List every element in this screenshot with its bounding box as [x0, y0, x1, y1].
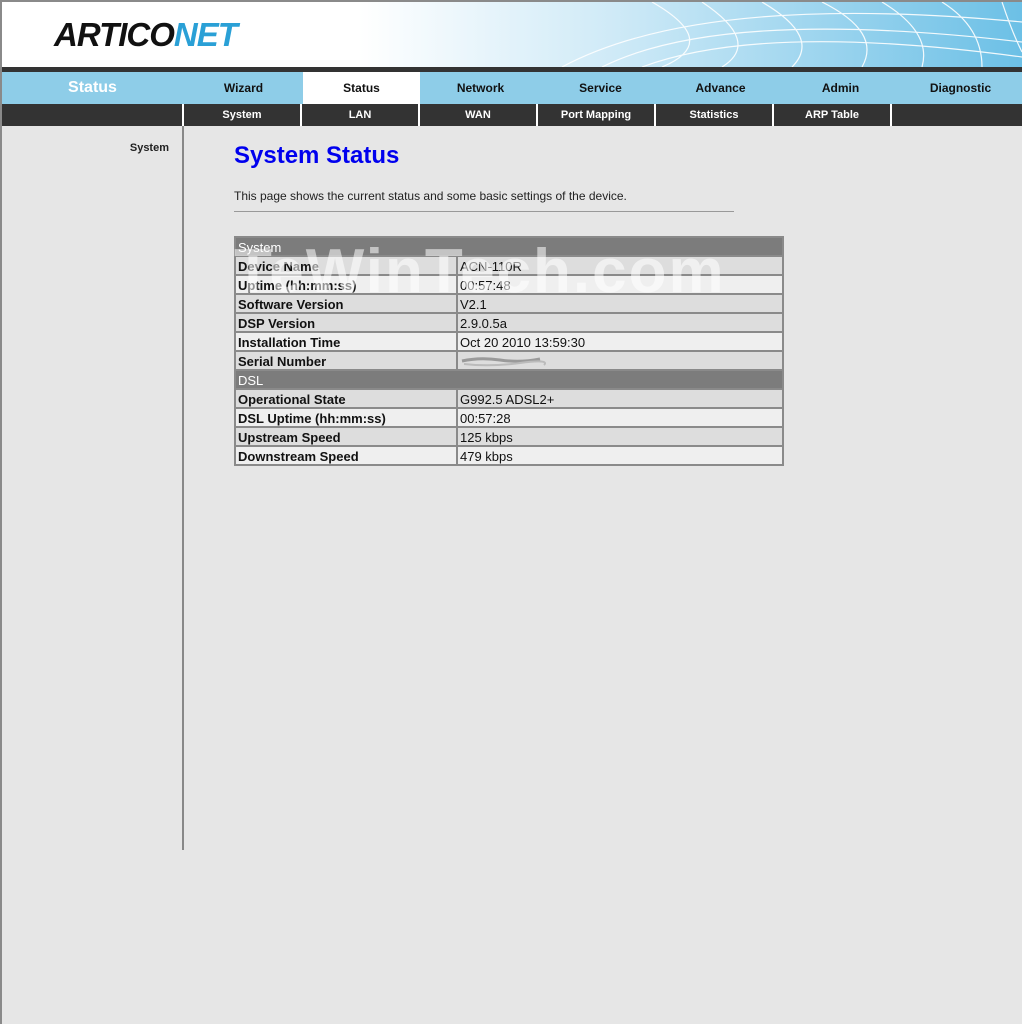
- value-dsl-uptime: 00:57:28: [456, 407, 784, 428]
- table-row: Downstream Speed 479 kbps: [234, 445, 784, 466]
- tab-network[interactable]: Network: [421, 72, 540, 104]
- table-row: Software Version V2.1: [234, 293, 784, 314]
- status-table: System Device Name ACN-110R Uptime (hh:m…: [234, 236, 784, 466]
- table-row: Uptime (hh:mm:ss) 00:57:48: [234, 274, 784, 295]
- tab-service[interactable]: Service: [541, 72, 660, 104]
- subtab-wan[interactable]: WAN: [418, 104, 536, 126]
- label-downstream-speed: Downstream Speed: [234, 445, 458, 466]
- redacted-serial-scribble: [461, 357, 546, 367]
- value-installation-time: Oct 20 2010 13:59:30: [456, 331, 784, 352]
- page-description: This page shows the current status and s…: [234, 189, 627, 203]
- tab-admin[interactable]: Admin: [781, 72, 900, 104]
- subtab-arp-table[interactable]: ARP Table: [772, 104, 890, 126]
- label-dsp-version: DSP Version: [234, 312, 458, 333]
- tab-diagnostic[interactable]: Diagnostic: [901, 72, 1020, 104]
- table-row: Installation Time Oct 20 2010 13:59:30: [234, 331, 784, 352]
- current-section-label: Status: [68, 79, 117, 96]
- label-upstream-speed: Upstream Speed: [234, 426, 458, 447]
- label-uptime: Uptime (hh:mm:ss): [234, 274, 458, 295]
- page-title: System Status: [234, 142, 400, 169]
- tab-status[interactable]: Status: [303, 72, 420, 104]
- value-serial-number: [456, 350, 784, 371]
- subtab-port-mapping[interactable]: Port Mapping: [536, 104, 654, 126]
- value-device-name: ACN-110R: [456, 255, 784, 276]
- window-frame-left: [0, 0, 2, 1024]
- section-header-dsl: DSL: [234, 369, 784, 390]
- table-row: Serial Number: [234, 350, 784, 371]
- label-device-name: Device Name: [234, 255, 458, 276]
- section-header-system: System: [234, 236, 784, 257]
- value-software-version: V2.1: [456, 293, 784, 314]
- value-dsp-version: 2.9.0.5a: [456, 312, 784, 333]
- label-dsl-uptime: DSL Uptime (hh:mm:ss): [234, 407, 458, 428]
- value-operational-state: G992.5 ADSL2+: [456, 388, 784, 409]
- sidebar-item-system[interactable]: System: [100, 142, 169, 154]
- subtab-statistics[interactable]: Statistics: [654, 104, 772, 126]
- table-row: Operational State G992.5 ADSL2+: [234, 388, 784, 409]
- tab-advance[interactable]: Advance: [661, 72, 780, 104]
- section-header-row: DSL: [234, 369, 784, 390]
- table-row: Upstream Speed 125 kbps: [234, 426, 784, 447]
- value-upstream-speed: 125 kbps: [456, 426, 784, 447]
- table-row: DSP Version 2.9.0.5a: [234, 312, 784, 333]
- table-row: Device Name ACN-110R: [234, 255, 784, 276]
- divider: [234, 211, 734, 212]
- label-installation-time: Installation Time: [234, 331, 458, 352]
- section-header-row: System: [234, 236, 784, 257]
- sidebar-separator: [182, 126, 184, 850]
- sub-navigation: System LAN WAN Port Mapping Statistics A…: [2, 104, 1022, 126]
- label-serial-number: Serial Number: [234, 350, 458, 371]
- subnav-divider: [890, 104, 892, 126]
- subtab-system[interactable]: System: [182, 104, 300, 126]
- header-banner: ARTICONET: [2, 2, 1022, 67]
- subtab-lan[interactable]: LAN: [300, 104, 418, 126]
- table-row: DSL Uptime (hh:mm:ss) 00:57:28: [234, 407, 784, 428]
- label-operational-state: Operational State: [234, 388, 458, 409]
- tab-wizard[interactable]: Wizard: [185, 72, 302, 104]
- main-navigation: Status Wizard Status Network Service Adv…: [2, 72, 1022, 104]
- value-downstream-speed: 479 kbps: [456, 445, 784, 466]
- value-uptime: 00:57:48: [456, 274, 784, 295]
- label-software-version: Software Version: [234, 293, 458, 314]
- articonet-logo: ARTICONET: [54, 16, 238, 53]
